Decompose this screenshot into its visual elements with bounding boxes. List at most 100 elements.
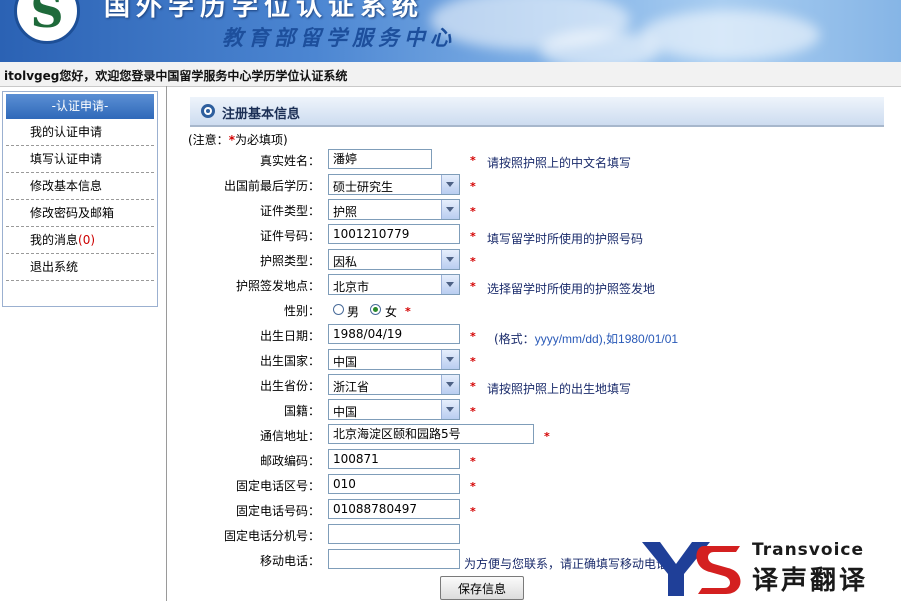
degree-select[interactable]: 硕士研究生: [328, 174, 460, 195]
address-input[interactable]: 北京海淀区颐和园路5号: [328, 424, 534, 444]
extension-label: 固定电话分机号：: [223, 529, 320, 543]
note-suffix: 为必填项): [234, 133, 288, 147]
sidebar-item-change-password[interactable]: 修改密码及邮箱: [6, 200, 154, 227]
header-banner: S 国外学历学位认证系统 教育部留学服务中心: [0, 0, 901, 62]
required-star: *: [470, 355, 476, 368]
mobile-hint: 为方便与您联系，请正确填写移动电话: [464, 557, 669, 571]
chevron-down-icon[interactable]: [441, 175, 459, 194]
postcode-input[interactable]: 100871: [328, 449, 460, 469]
area-code-label: 固定电话区号：: [235, 479, 320, 493]
birth-province-label: 出生省份：: [259, 379, 320, 393]
required-star: *: [470, 280, 476, 293]
chevron-down-icon[interactable]: [441, 200, 459, 219]
id-number-hint: 填写留学时所使用的护照号码: [487, 232, 644, 246]
system-title: 国外学历学位认证系统: [104, 0, 425, 22]
passport-place-label: 护照签发地点：: [235, 279, 320, 293]
required-star: *: [470, 380, 476, 393]
required-star: *: [470, 154, 476, 167]
note-prefix: (注意：: [188, 133, 229, 147]
sidebar-item-edit-basic-info[interactable]: 修改基本信息: [6, 173, 154, 200]
address-label: 通信地址：: [259, 429, 320, 443]
banner-cloud: [640, 10, 820, 60]
transvoice-logo-icon: [642, 542, 741, 596]
gender-female-label: 女: [385, 305, 398, 319]
sidebar-item-logout[interactable]: 退出系统: [6, 254, 154, 281]
phone-label: 固定电话号码：: [235, 504, 320, 518]
passport-place-hint: 选择留学时所使用的护照签发地: [487, 282, 656, 296]
birth-province-select[interactable]: 浙江省: [328, 374, 460, 395]
id-number-label: 证件号码：: [259, 229, 320, 243]
birth-country-label: 出生国家：: [259, 354, 320, 368]
chevron-down-icon[interactable]: [441, 250, 459, 269]
required-star: *: [544, 430, 550, 443]
required-star: *: [470, 505, 476, 518]
save-button[interactable]: 保存信息: [440, 576, 524, 600]
sidebar-item-label: 修改密码及邮箱: [30, 206, 115, 220]
required-star: *: [470, 180, 476, 193]
required-star: *: [470, 480, 476, 493]
chevron-down-icon[interactable]: [441, 400, 459, 419]
welcome-bar: itolvgeg您好，欢迎您登录中国留学服务中心学历学位认证系统: [0, 62, 901, 87]
panel-header: 注册基本信息: [190, 97, 884, 127]
sidebar-item-label: 我的认证申请: [30, 125, 103, 139]
date-format-hint: yyyy/mm/dd),如1980/01/01: [534, 332, 679, 346]
nationality-label: 国籍：: [283, 404, 320, 418]
passport-place-select[interactable]: 北京市: [328, 274, 460, 295]
mobile-label: 移动电话：: [259, 554, 320, 568]
mobile-input[interactable]: [328, 549, 460, 569]
passport-type-label: 护照类型：: [259, 254, 320, 268]
required-star: *: [470, 230, 476, 243]
org-title: 教育部留学服务中心: [222, 25, 456, 50]
birth-country-select[interactable]: 中国: [328, 349, 460, 370]
area-code-input[interactable]: 010: [328, 474, 460, 494]
gender-label: 性别：: [283, 304, 320, 318]
sidebar-item-messages[interactable]: 我的消息(0): [6, 227, 154, 254]
birth-date-hint: (格式：yyyy/mm/dd),如1980/01/01: [494, 330, 678, 347]
passport-place-value: 北京市: [333, 280, 370, 294]
extension-input[interactable]: [328, 524, 460, 544]
panel-title: 注册基本信息: [222, 107, 301, 122]
id-number-input[interactable]: 1001210779: [328, 224, 460, 244]
welcome-text: itolvgeg您好，欢迎您登录中国留学服务中心学历学位认证系统: [4, 69, 348, 83]
birth-date-input[interactable]: 1988/04/19: [328, 324, 460, 344]
message-count: (0): [78, 233, 96, 247]
real-name-input[interactable]: 潘婷: [328, 149, 432, 169]
id-type-value: 护照: [333, 205, 358, 219]
required-note: (注意：*为必填项): [188, 131, 288, 148]
birth-province-value: 浙江省: [333, 380, 370, 394]
sidebar-item-my-applications[interactable]: 我的认证申请: [6, 119, 154, 146]
content-divider: [166, 86, 167, 601]
sidebar-heading: -认证申请-: [6, 94, 154, 119]
required-star: *: [405, 305, 411, 318]
passport-type-select[interactable]: 因私: [328, 249, 460, 270]
site-logo-mark: S: [30, 0, 64, 38]
birth-province-hint: 请按照护照上的出生地填写: [487, 382, 632, 396]
gender-female-radio[interactable]: [370, 304, 381, 315]
nationality-value: 中国: [333, 405, 358, 419]
sidebar: -认证申请- 我的认证申请 填写认证申请 修改基本信息 修改密码及邮箱 我的消息…: [2, 91, 158, 307]
degree-value: 硕士研究生: [333, 180, 394, 194]
sidebar-item-fill-application[interactable]: 填写认证申请: [6, 146, 154, 173]
chevron-down-icon[interactable]: [441, 350, 459, 369]
gender-male-radio[interactable]: [333, 304, 344, 315]
required-star: *: [470, 455, 476, 468]
gender-male-label: 男: [347, 305, 360, 319]
nationality-select[interactable]: 中国: [328, 399, 460, 420]
banner-cloud: [540, 30, 660, 62]
sidebar-item-label: 填写认证申请: [30, 152, 103, 166]
chevron-down-icon[interactable]: [441, 375, 459, 394]
brand-en: Transvoice: [752, 540, 864, 560]
postcode-label: 邮政编码：: [259, 454, 320, 468]
required-star: *: [470, 405, 476, 418]
chevron-down-icon[interactable]: [441, 275, 459, 294]
transvoice-watermark: Transvoice 译声翻译: [640, 538, 896, 598]
sidebar-item-label: 退出系统: [30, 260, 79, 274]
brand-cn: 译声翻译: [752, 566, 869, 596]
phone-input[interactable]: 01088780497: [328, 499, 460, 519]
degree-label: 出国前最后学历：: [223, 179, 320, 193]
required-star: *: [470, 255, 476, 268]
required-star: *: [470, 205, 476, 218]
id-type-select[interactable]: 护照: [328, 199, 460, 220]
id-type-label: 证件类型：: [259, 204, 320, 218]
sidebar-item-label: 修改基本信息: [30, 179, 103, 193]
